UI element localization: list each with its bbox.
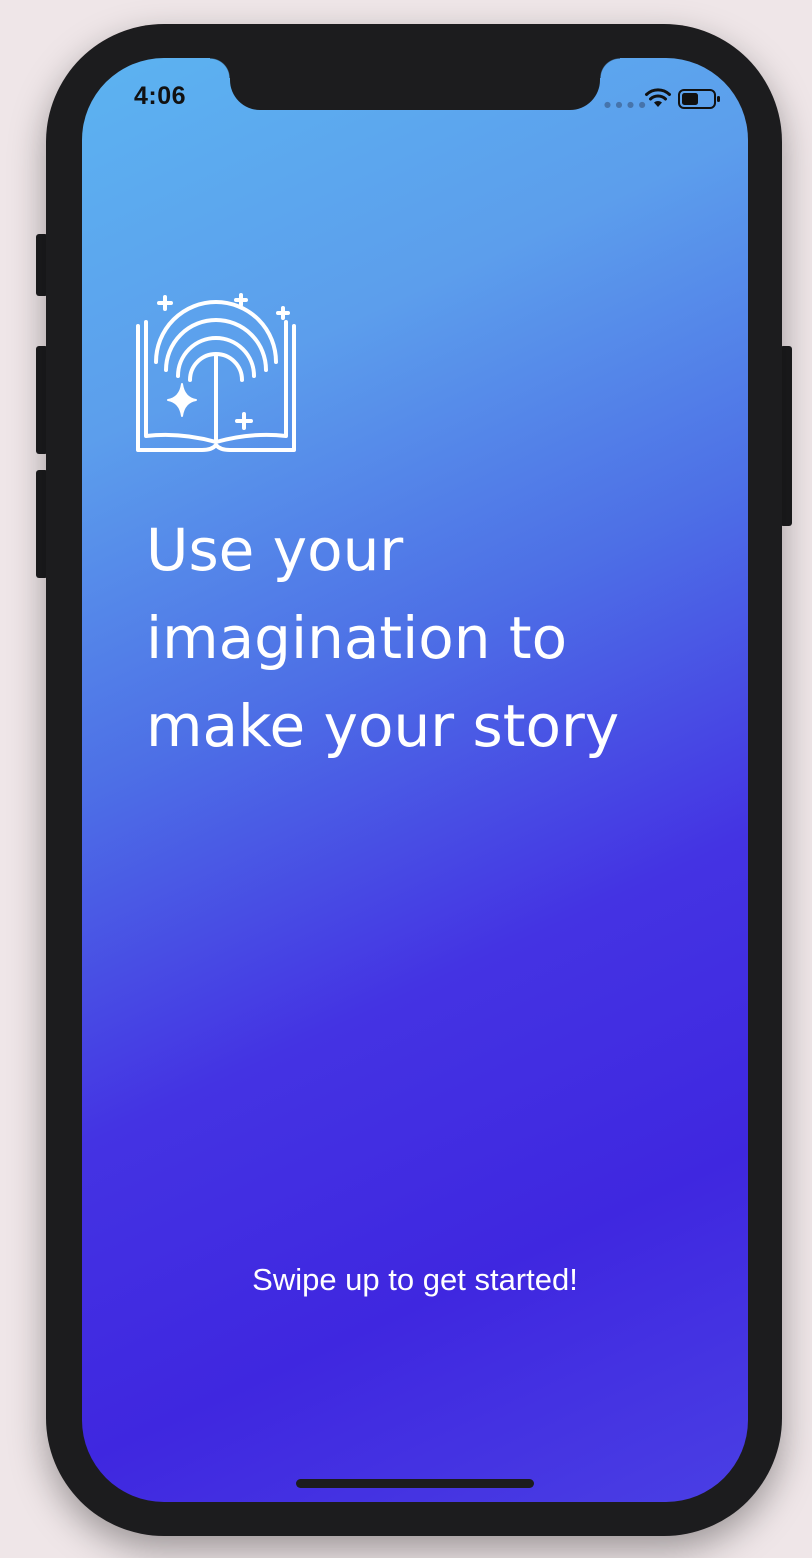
magic-book-icon [136, 293, 296, 452]
headline-line-3: make your story [146, 692, 620, 760]
status-time: 4:06 [134, 82, 187, 110]
signal-dots-icon: ● ● ● ● [604, 100, 647, 109]
status-indicators: ● ● ● ● [602, 86, 722, 112]
headline: Use your imagination to make your story [146, 506, 726, 770]
headline-line-2: imagination to [146, 604, 568, 672]
wifi-icon [645, 88, 671, 107]
onboarding-screen[interactable]: 4:06 ● ● ● ● Use your imagination to mak… [82, 58, 748, 1502]
device-notch [210, 58, 620, 110]
swipe-up-hint[interactable]: Swipe up to get started! [82, 1262, 748, 1298]
battery-icon [678, 89, 720, 109]
home-indicator[interactable] [296, 1479, 534, 1488]
headline-line-1: Use your [146, 516, 404, 584]
